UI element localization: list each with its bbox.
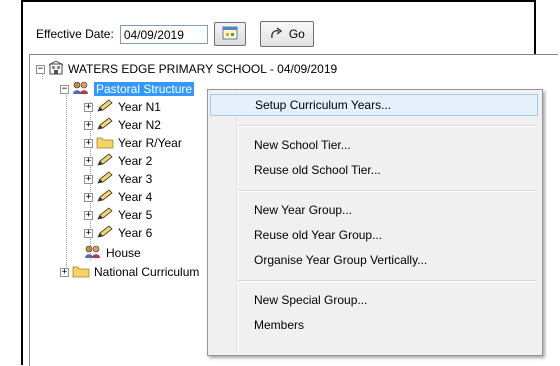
tree-item-year[interactable]: + Year 3 (84, 170, 153, 188)
tree-item-year[interactable]: + Year R/Year (84, 135, 182, 151)
tree-item-label: Pastoral Structure (94, 82, 195, 96)
calendar-icon (222, 26, 238, 43)
menu-item-organise-year-group-vertically[interactable]: Organise Year Group Vertically... (210, 249, 538, 271)
expand-icon[interactable]: + (84, 210, 93, 220)
tree-item-label: Year R/Year (118, 136, 182, 150)
group-people-icon (84, 245, 102, 262)
group-people-icon (72, 81, 90, 98)
context-menu: Setup Curriculum Years... New School Tie… (207, 89, 543, 356)
pencil-icon (96, 206, 114, 224)
effective-date-input[interactable]: 04/09/2019 (119, 24, 208, 44)
tree-item-year[interactable]: + Year N1 (84, 98, 161, 116)
redo-arrow-icon (269, 26, 283, 43)
menu-item-reuse-old-school-tier[interactable]: Reuse old School Tier... (210, 159, 538, 181)
tree-item-year[interactable]: + Year 4 (84, 188, 153, 206)
menu-separator (238, 125, 536, 127)
tree-item-house[interactable]: House (84, 245, 141, 261)
tree-item-label: Year 5 (118, 208, 153, 222)
tree-item-label: Year 3 (118, 172, 153, 186)
tree-line (66, 95, 67, 273)
pencil-icon (96, 98, 114, 116)
toolbar: Effective Date: 04/09/2019 Go (36, 21, 314, 47)
effective-date-label: Effective Date: (36, 27, 114, 41)
collapse-icon[interactable]: − (36, 64, 45, 74)
tree-item-label: Year N2 (118, 118, 161, 132)
expand-icon[interactable]: + (84, 156, 93, 166)
tree-item-year[interactable]: + Year 2 (84, 152, 153, 170)
tree-item-label: House (106, 246, 141, 260)
tree-item-year[interactable]: + Year 5 (84, 206, 153, 224)
go-label: Go (288, 27, 305, 41)
expand-icon[interactable]: + (84, 228, 93, 238)
tree-item-year[interactable]: + Year 6 (84, 224, 153, 242)
pencil-icon (96, 188, 114, 206)
menu-item-members[interactable]: Members (210, 314, 538, 336)
pencil-icon (96, 116, 114, 134)
expand-icon[interactable]: + (84, 192, 93, 202)
menu-item-new-special-group[interactable]: New Special Group... (210, 289, 538, 311)
expand-icon[interactable]: + (84, 174, 93, 184)
menu-item-setup-curriculum-years[interactable]: Setup Curriculum Years... (210, 94, 538, 116)
go-button[interactable]: Go (259, 21, 314, 47)
expand-icon[interactable]: + (84, 120, 93, 130)
tree-item-label: National Curriculum (94, 265, 200, 279)
menu-item-new-school-tier[interactable]: New School Tier... (210, 134, 538, 156)
menu-item-new-year-group[interactable]: New Year Group... (210, 199, 538, 221)
expand-icon[interactable]: + (60, 267, 69, 277)
calendar-button[interactable] (213, 22, 246, 46)
tree-item-pastoral-structure[interactable]: − Pastoral Structure (60, 81, 195, 98)
pencil-icon (96, 224, 114, 242)
tree-item-label: Year 2 (118, 154, 153, 168)
pencil-icon (96, 170, 114, 188)
tree-item-national-curriculum[interactable]: + National Curriculum (60, 264, 199, 280)
tree-item-label: Year N1 (118, 100, 161, 114)
tree-root-label: WATERS EDGE PRIMARY SCHOOL - 04/09/2019 (68, 62, 338, 76)
folder-icon (72, 264, 90, 281)
expand-icon[interactable]: + (84, 102, 93, 112)
collapse-icon[interactable]: − (60, 84, 69, 94)
folder-icon (96, 135, 114, 152)
menu-separator (238, 190, 536, 192)
tree-item-year[interactable]: + Year N2 (84, 116, 161, 134)
school-icon (48, 59, 64, 78)
menu-item-reuse-old-year-group[interactable]: Reuse old Year Group... (210, 224, 538, 246)
pencil-icon (96, 152, 114, 170)
tree-item-label: Year 6 (118, 226, 153, 240)
expand-icon[interactable]: + (84, 138, 93, 148)
tree-root[interactable]: − WATERS EDGE PRIMARY SCHOOL - 04/09/201… (36, 59, 338, 78)
menu-separator (238, 280, 536, 282)
tree-item-label: Year 4 (118, 190, 153, 204)
